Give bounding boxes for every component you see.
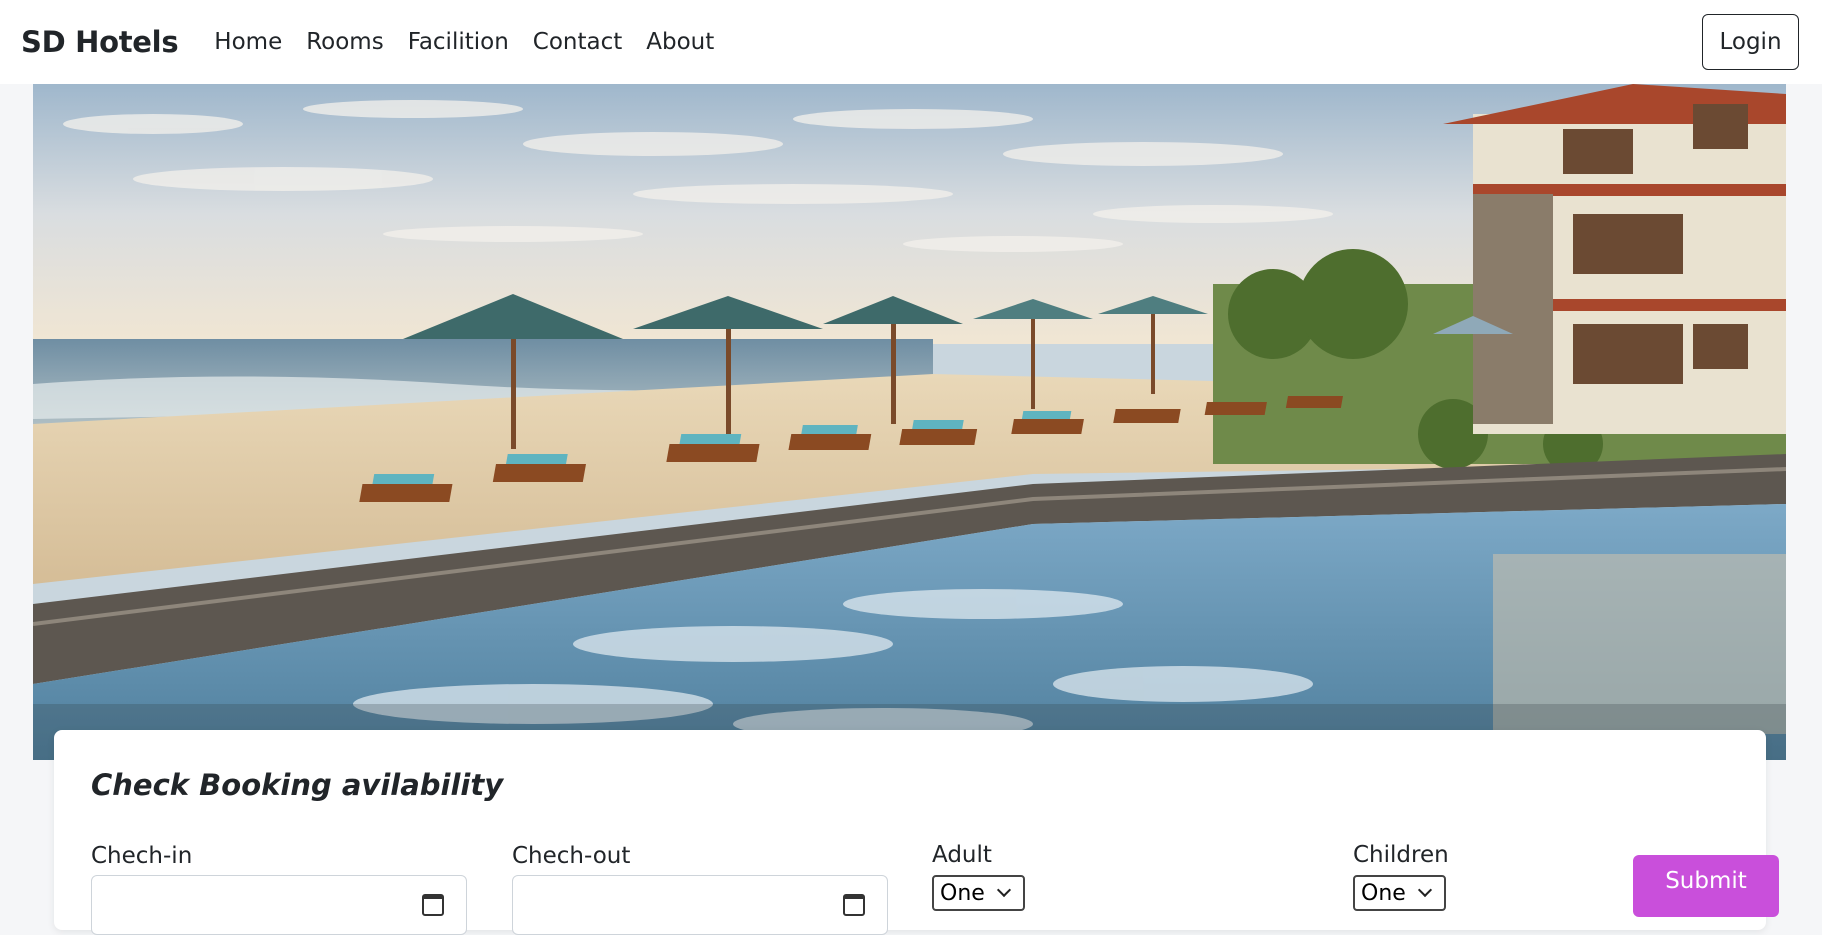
calendar-icon[interactable] [422,894,444,916]
chevron-down-icon [996,882,1011,898]
hero-photo [33,84,1786,760]
navbar: SD Hotels Home Rooms Facilition Contact … [0,0,1822,84]
calendar-icon[interactable] [843,894,865,916]
adult-select[interactable]: One [932,875,1025,911]
checkout-label: Chech-out [512,843,631,869]
booking-title: Check Booking avilability [91,768,504,802]
nav-link-home[interactable]: Home [214,29,282,55]
adult-select-value: One [940,881,985,906]
children-select-value: One [1361,881,1406,906]
hero-image [33,84,1786,760]
checkin-label: Chech-in [91,843,193,869]
nav-link-about[interactable]: About [646,29,714,55]
adult-label: Adult [932,842,992,868]
chevron-down-icon [1417,882,1432,898]
submit-button[interactable]: Submit [1633,855,1779,917]
children-label: Children [1353,842,1449,868]
booking-card: Check Booking avilability Chech-in Chech… [54,730,1779,935]
children-select[interactable]: One [1353,875,1446,911]
checkout-input[interactable] [512,875,888,935]
login-button[interactable]: Login [1702,14,1799,70]
brand-logo[interactable]: SD Hotels [21,25,179,59]
checkin-input[interactable] [91,875,467,935]
nav-link-facilition[interactable]: Facilition [408,29,509,55]
nav-link-contact[interactable]: Contact [533,29,622,55]
nav-links: Home Rooms Facilition Contact About [214,29,738,55]
nav-link-rooms[interactable]: Rooms [306,29,383,55]
